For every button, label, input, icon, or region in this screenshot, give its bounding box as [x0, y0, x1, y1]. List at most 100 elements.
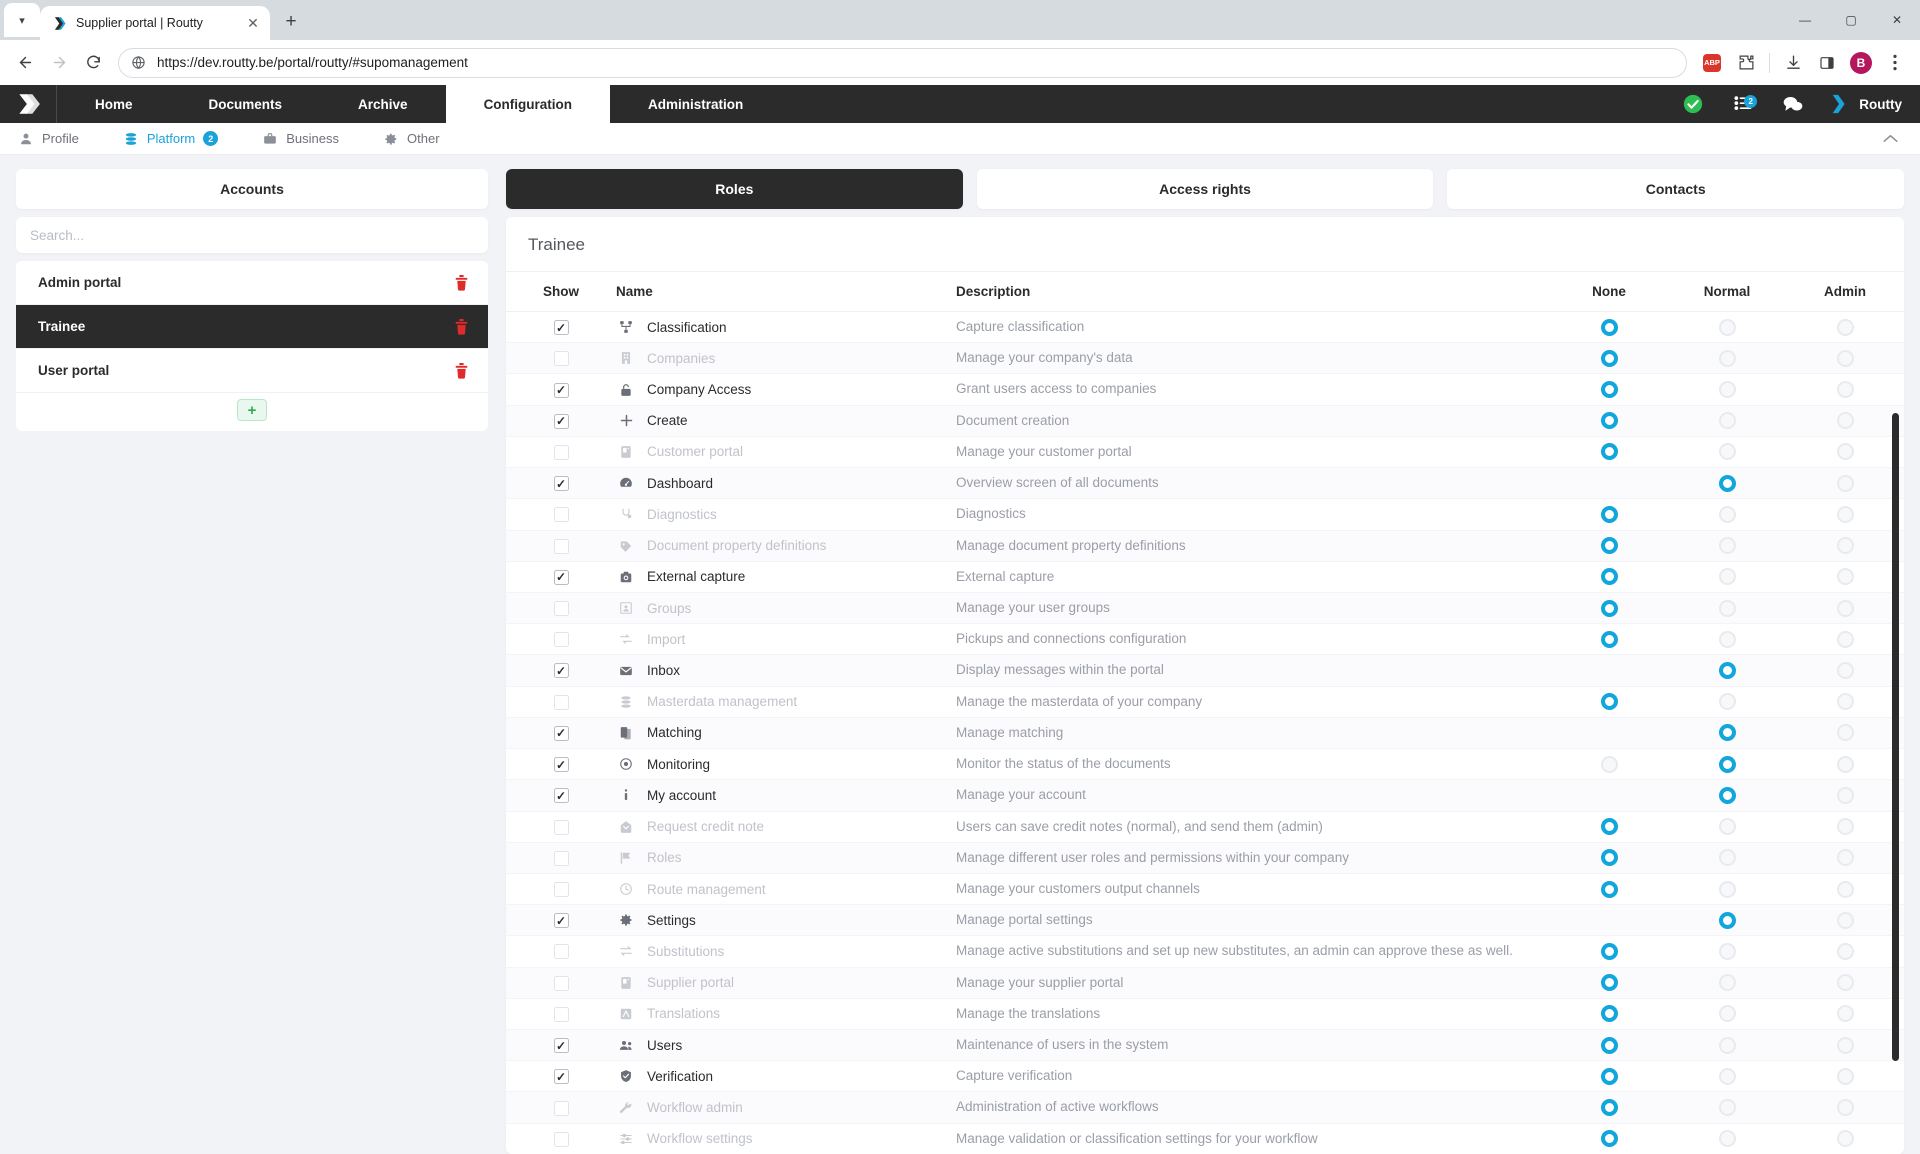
- routty-logo-icon[interactable]: [0, 85, 57, 123]
- show-checkbox[interactable]: [554, 1101, 569, 1116]
- radio-normal[interactable]: [1719, 350, 1736, 367]
- status-check-icon[interactable]: [1668, 94, 1718, 114]
- radio-admin[interactable]: [1837, 381, 1854, 398]
- radio-normal[interactable]: [1719, 662, 1736, 679]
- nav-item-archive[interactable]: Archive: [320, 85, 446, 123]
- radio-none[interactable]: [1601, 537, 1618, 554]
- radio-normal[interactable]: [1719, 943, 1736, 960]
- radio-admin[interactable]: [1837, 1099, 1854, 1116]
- radio-admin[interactable]: [1837, 1130, 1854, 1147]
- radio-none[interactable]: [1601, 506, 1618, 523]
- radio-normal[interactable]: [1719, 319, 1736, 336]
- show-checkbox[interactable]: [554, 383, 569, 398]
- radio-none[interactable]: [1601, 381, 1618, 398]
- radio-admin[interactable]: [1837, 350, 1854, 367]
- show-checkbox[interactable]: [554, 1007, 569, 1022]
- radio-none[interactable]: [1601, 756, 1618, 773]
- chat-icon[interactable]: [1768, 94, 1818, 114]
- radio-admin[interactable]: [1837, 849, 1854, 866]
- account-row-admin-portal[interactable]: Admin portal: [16, 261, 488, 305]
- radio-none[interactable]: [1601, 1037, 1618, 1054]
- radio-normal[interactable]: [1719, 537, 1736, 554]
- radio-normal[interactable]: [1719, 912, 1736, 929]
- show-checkbox[interactable]: [554, 1069, 569, 1084]
- extensions-icon[interactable]: [1731, 48, 1761, 78]
- show-checkbox[interactable]: [554, 726, 569, 741]
- show-checkbox[interactable]: [554, 913, 569, 928]
- radio-admin[interactable]: [1837, 787, 1854, 804]
- reload-icon[interactable]: [78, 48, 108, 78]
- radio-admin[interactable]: [1837, 319, 1854, 336]
- maximize-icon[interactable]: ▢: [1828, 0, 1874, 40]
- radio-normal[interactable]: [1719, 693, 1736, 710]
- radio-none[interactable]: [1601, 1099, 1618, 1116]
- radio-admin[interactable]: [1837, 537, 1854, 554]
- show-checkbox[interactable]: [554, 632, 569, 647]
- nav-item-configuration[interactable]: Configuration: [446, 85, 610, 123]
- profile-avatar[interactable]: B: [1846, 48, 1876, 78]
- radio-admin[interactable]: [1837, 818, 1854, 835]
- radio-none[interactable]: [1601, 849, 1618, 866]
- subnav-item-other[interactable]: Other: [383, 131, 462, 147]
- show-checkbox[interactable]: [554, 820, 569, 835]
- show-checkbox[interactable]: [554, 1132, 569, 1147]
- address-bar[interactable]: https://dev.routty.be/portal/routty/#sup…: [118, 48, 1687, 78]
- back-icon[interactable]: [10, 48, 40, 78]
- side-panel-icon[interactable]: [1812, 48, 1842, 78]
- radio-none[interactable]: [1601, 1068, 1618, 1085]
- radio-admin[interactable]: [1837, 1068, 1854, 1085]
- add-account-button[interactable]: +: [237, 399, 267, 421]
- radio-normal[interactable]: [1719, 1130, 1736, 1147]
- radio-admin[interactable]: [1837, 881, 1854, 898]
- radio-admin[interactable]: [1837, 1005, 1854, 1022]
- radio-none[interactable]: [1601, 974, 1618, 991]
- show-checkbox[interactable]: [554, 757, 569, 772]
- minimize-icon[interactable]: —: [1782, 0, 1828, 40]
- radio-normal[interactable]: [1719, 724, 1736, 741]
- roles-table-scroll-region[interactable]: ClassificationCapture classificationComp…: [506, 312, 1904, 1154]
- user-menu[interactable]: Routty: [1818, 93, 1902, 115]
- show-checkbox[interactable]: [554, 539, 569, 554]
- show-checkbox[interactable]: [554, 944, 569, 959]
- tasks-list-icon[interactable]: 2: [1718, 94, 1768, 114]
- nav-item-administration[interactable]: Administration: [610, 85, 781, 123]
- show-checkbox[interactable]: [554, 1038, 569, 1053]
- radio-admin[interactable]: [1837, 974, 1854, 991]
- radio-normal[interactable]: [1719, 756, 1736, 773]
- radio-admin[interactable]: [1837, 443, 1854, 460]
- radio-none[interactable]: [1601, 818, 1618, 835]
- radio-admin[interactable]: [1837, 1037, 1854, 1054]
- collapse-chevron-icon[interactable]: [1883, 131, 1902, 146]
- window-close-icon[interactable]: ✕: [1874, 0, 1920, 40]
- show-checkbox[interactable]: [554, 601, 569, 616]
- radio-none[interactable]: [1601, 1130, 1618, 1147]
- radio-admin[interactable]: [1837, 912, 1854, 929]
- radio-none[interactable]: [1601, 631, 1618, 648]
- new-tab-button[interactable]: +: [276, 7, 306, 37]
- radio-normal[interactable]: [1719, 787, 1736, 804]
- radio-admin[interactable]: [1837, 693, 1854, 710]
- delete-account-icon[interactable]: [448, 270, 474, 296]
- adblock-icon[interactable]: ABP: [1697, 48, 1727, 78]
- show-checkbox[interactable]: [554, 445, 569, 460]
- show-checkbox[interactable]: [554, 851, 569, 866]
- download-icon[interactable]: [1778, 48, 1808, 78]
- radio-admin[interactable]: [1837, 756, 1854, 773]
- radio-admin[interactable]: [1837, 662, 1854, 679]
- radio-none[interactable]: [1601, 1005, 1618, 1022]
- subnav-item-platform[interactable]: Platform 2: [123, 131, 240, 147]
- account-row-user-portal[interactable]: User portal: [16, 349, 488, 393]
- show-checkbox[interactable]: [554, 570, 569, 585]
- radio-none[interactable]: [1601, 881, 1618, 898]
- account-row-trainee[interactable]: Trainee: [16, 305, 488, 349]
- radio-normal[interactable]: [1719, 600, 1736, 617]
- search-input[interactable]: [30, 228, 474, 243]
- tab-access-rights[interactable]: Access rights: [977, 169, 1434, 209]
- nav-item-documents[interactable]: Documents: [171, 85, 321, 123]
- radio-normal[interactable]: [1719, 381, 1736, 398]
- radio-admin[interactable]: [1837, 475, 1854, 492]
- delete-account-icon[interactable]: [448, 314, 474, 340]
- radio-normal[interactable]: [1719, 1005, 1736, 1022]
- radio-normal[interactable]: [1719, 568, 1736, 585]
- radio-normal[interactable]: [1719, 631, 1736, 648]
